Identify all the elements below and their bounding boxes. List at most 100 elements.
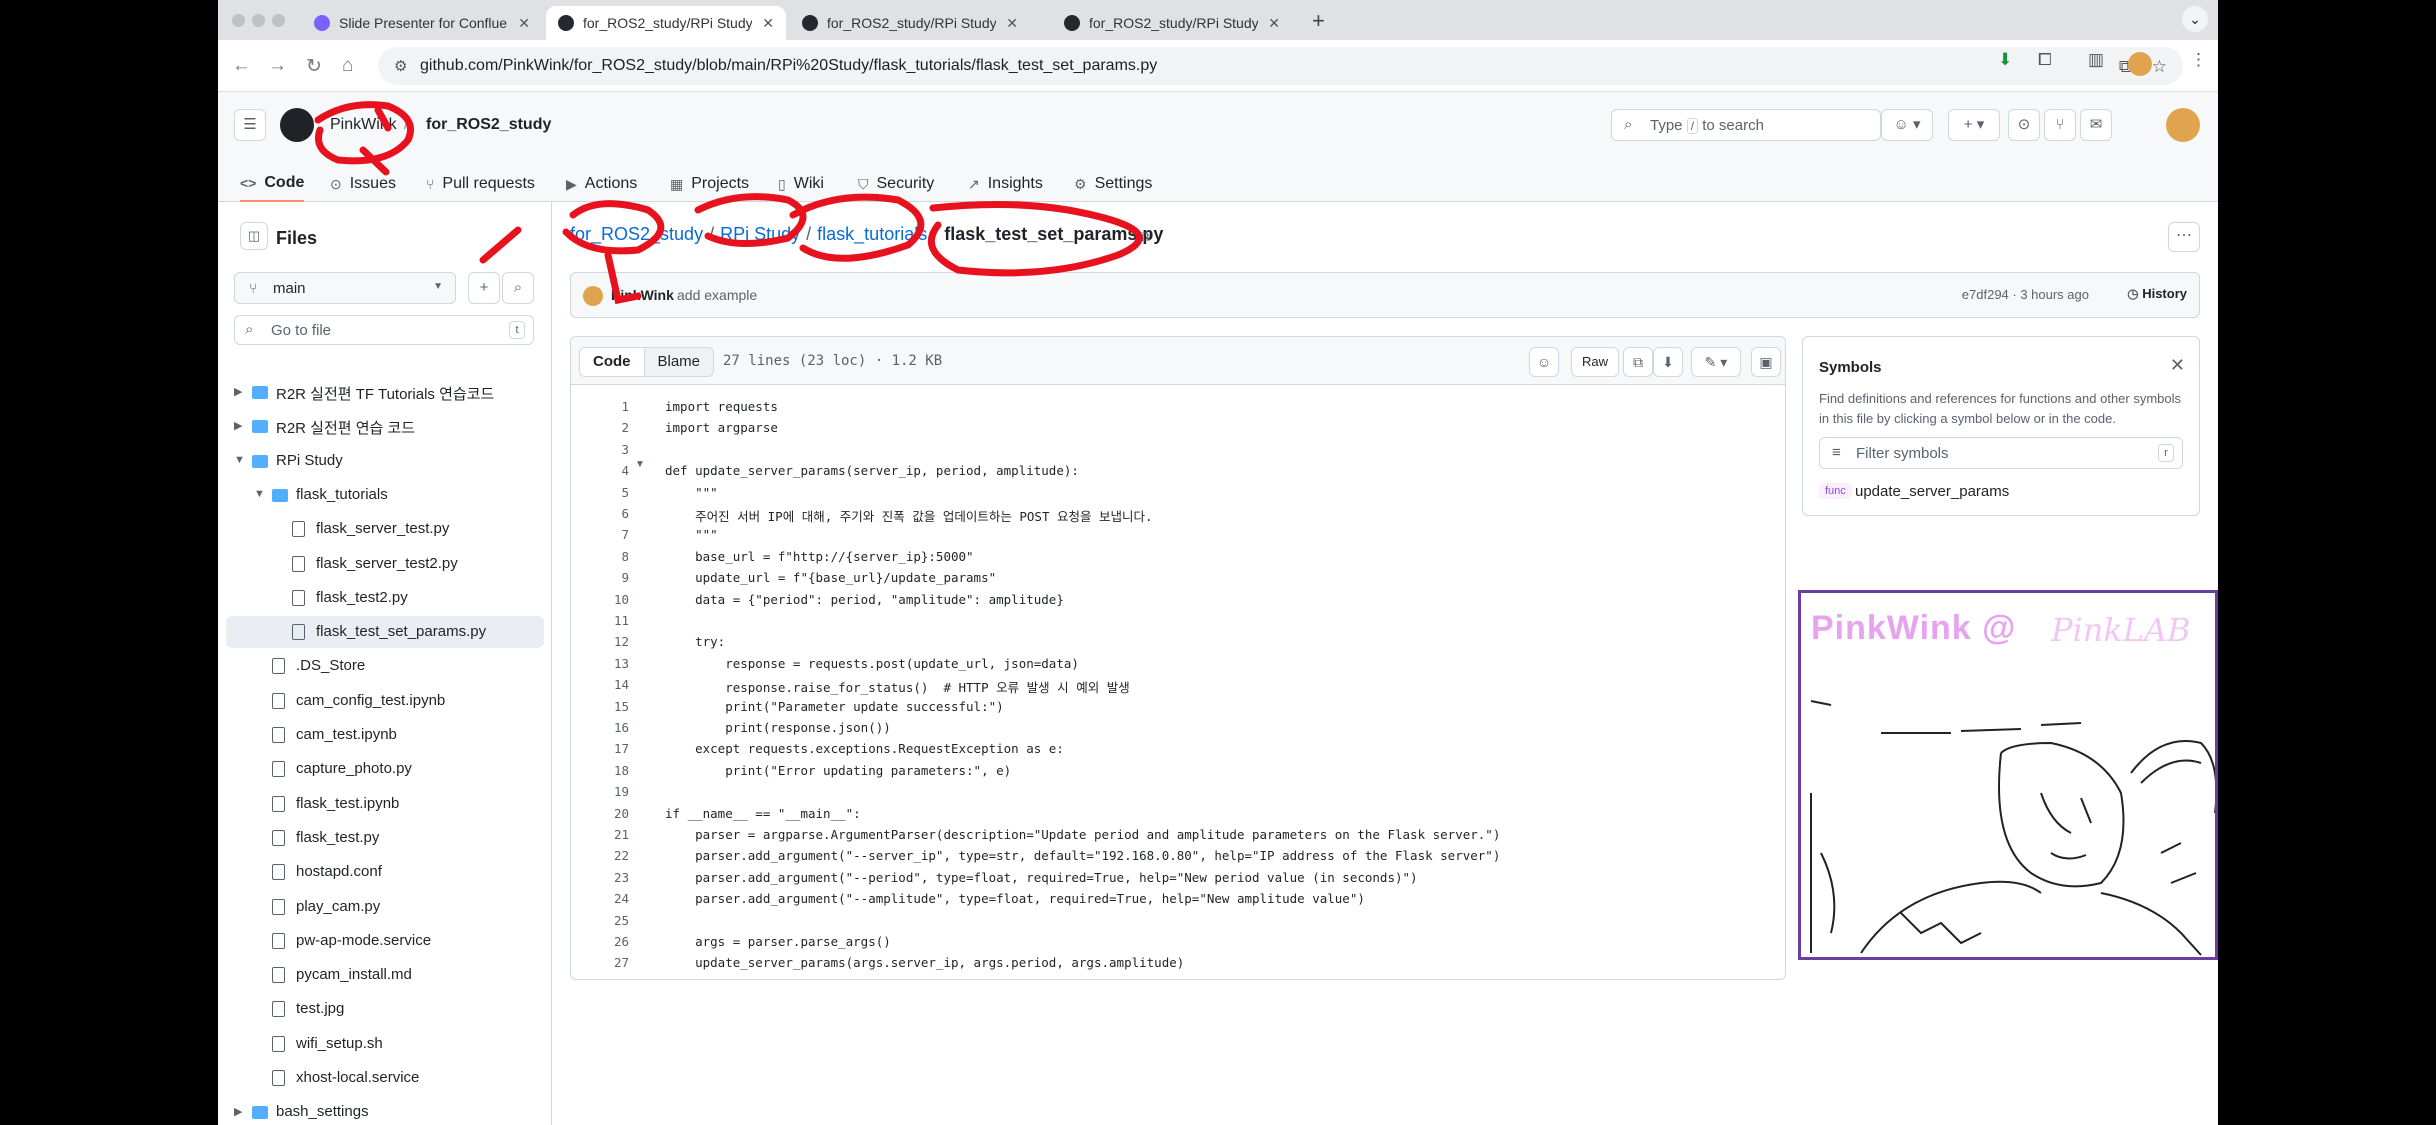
tab-wiki[interactable]: ▯ Wiki [778,166,824,202]
tab-code[interactable]: <> Code [240,166,305,202]
line-number[interactable]: 19 [579,784,629,799]
line-number[interactable]: 18 [579,763,629,778]
line-number[interactable]: 1 [579,399,629,414]
chevron-right-icon[interactable]: ▶ [234,419,242,432]
line-number[interactable]: 17 [579,741,629,756]
line-number[interactable]: 22 [579,848,629,863]
line-number[interactable]: 27 [579,955,629,970]
line-number[interactable]: 7 [579,527,629,542]
raw-button[interactable]: Raw [1571,347,1620,377]
browser-tab-4[interactable]: for_ROS2_study/RPi Study/fla ✕ [1052,6,1292,40]
fold-chevron-icon[interactable]: ▼ [635,459,645,470]
tree-file[interactable]: pw-ap-mode.service [226,925,544,957]
collapse-sidebar-icon[interactable]: ◫ [240,222,268,250]
browser-tab-3[interactable]: for_ROS2_study/RPi Study/fla ✕ [790,6,1030,40]
tree-file[interactable]: hostapd.conf [226,856,544,888]
blame-tab[interactable]: Blame [645,348,714,376]
search-input[interactable]: ⌕ Type / to search [1611,109,1881,141]
tree-folder[interactable]: ▼ flask_tutorials [226,479,544,511]
tree-file[interactable]: xhost-local.service [226,1062,544,1094]
back-icon[interactable]: ← [232,55,251,77]
commit-hash-time[interactable]: e7df294 · 3 hours ago [1962,287,2089,302]
tree-file[interactable]: test.jpg [226,993,544,1025]
filter-symbols-input[interactable]: ≡ Filter symbols r [1819,437,2183,469]
line-number[interactable]: 23 [579,870,629,885]
tree-folder[interactable]: ▶ bash_settings [226,1096,544,1125]
tree-file[interactable]: flask_test2.py [226,582,544,614]
line-number[interactable]: 9 [579,570,629,585]
edit-file-icon[interactable]: ✎ ▾ [1691,347,1741,377]
line-number[interactable]: 8 [579,549,629,564]
add-file-icon[interactable]: + [468,272,500,304]
profile-avatar[interactable] [2128,52,2152,76]
tab-security[interactable]: ⛉ Security [858,166,934,202]
breadcrumb-flask-tutorials-link[interactable]: flask_tutorials [817,224,927,244]
tab-settings[interactable]: ⚙ Settings [1074,166,1152,202]
url-field[interactable]: ⚙ github.com/PinkWink/for_ROS2_study/blo… [378,47,2183,85]
line-number[interactable]: 26 [579,934,629,949]
close-tab-icon[interactable]: ✕ [1268,15,1280,32]
tree-folder[interactable]: ▼ RPi Study [226,445,544,477]
tree-file[interactable]: .DS_Store [226,650,544,682]
symbols-panel-icon[interactable]: ▣ [1751,347,1781,377]
minimize-window-dot[interactable] [252,14,265,27]
tree-file[interactable]: pycam_install.md [226,959,544,991]
chevron-right-icon[interactable]: ▶ [234,1105,242,1118]
history-button[interactable]: ◷ History [2127,286,2187,302]
extensions-icon[interactable]: ⧠ [2038,50,2052,70]
code-tab[interactable]: Code [580,348,645,376]
line-number[interactable]: 14 [579,677,629,692]
download-raw-icon[interactable]: ⬇ [1653,347,1683,377]
line-number[interactable]: 13 [579,656,629,671]
download-icon[interactable]: ⬇ [1998,50,2012,70]
copy-raw-icon[interactable]: ⧉ [1623,347,1653,377]
copilot-icon[interactable]: ☺ ▾ [1881,109,1933,141]
symbol-item[interactable]: update_server_params [1855,483,2009,500]
line-number[interactable]: 25 [579,913,629,928]
go-to-file-input[interactable]: ⌕ Go to file t [234,315,534,345]
line-number[interactable]: 15 [579,699,629,714]
forward-icon[interactable]: → [268,55,287,77]
line-number[interactable]: 4 [579,463,629,478]
create-new-icon[interactable]: + ▾ [1948,109,2000,141]
tab-actions[interactable]: ▶ Actions [566,166,637,202]
tree-file[interactable]: flask_test.py [226,822,544,854]
line-number[interactable]: 3 [579,442,629,457]
line-number[interactable]: 10 [579,592,629,607]
breadcrumb-repo-link[interactable]: for_ROS2_study [570,224,703,244]
repo-name-link[interactable]: for_ROS2_study [426,116,551,134]
line-number[interactable]: 2 [579,420,629,435]
tree-file[interactable]: capture_photo.py [226,753,544,785]
copy-path-icon[interactable]: ⧉ [1140,228,1150,245]
tab-search-icon[interactable]: ⌄ [2182,6,2208,32]
tree-file[interactable]: play_cam.py [226,891,544,923]
line-number[interactable]: 6 [579,506,629,521]
line-number[interactable]: 20 [579,806,629,821]
tree-file[interactable]: cam_config_test.ipynb [226,685,544,717]
line-number[interactable]: 21 [579,827,629,842]
side-panel-icon[interactable]: ▥ [2088,50,2104,70]
line-number[interactable]: 16 [579,720,629,735]
browser-tab-1[interactable]: Slide Presenter for Confluenc ✕ [302,6,542,40]
author-avatar[interactable] [583,286,603,306]
hamburger-menu-icon[interactable]: ☰ [234,109,266,141]
user-avatar[interactable] [2166,108,2200,142]
browser-tab-2[interactable]: for_ROS2_study/RPi Study/fla ✕ [546,6,786,40]
search-files-icon[interactable]: ⌕ [502,272,534,304]
close-tab-icon[interactable]: ✕ [518,15,530,32]
close-tab-icon[interactable]: ✕ [1006,15,1018,32]
inbox-icon[interactable]: ✉ [2080,109,2112,141]
close-window-dot[interactable] [232,14,245,27]
tree-file[interactable]: cam_test.ipynb [226,719,544,751]
tree-file[interactable]: wifi_setup.sh [226,1028,544,1060]
pull-requests-icon[interactable]: ⑂ [2044,109,2076,141]
tab-insights[interactable]: ↗ Insights [968,166,1043,202]
line-number[interactable]: 11 [579,613,629,628]
commit-message[interactable]: add example [677,287,757,303]
chevron-down-icon[interactable]: ▼ [234,454,245,466]
tree-folder[interactable]: ▶ R2R 실전편 TF Tutorials 연습코드 [226,376,544,408]
tree-file[interactable]: flask_test_set_params.py [226,616,544,649]
tree-file[interactable]: flask_server_test2.py [226,548,544,580]
new-tab-button[interactable]: + [1312,8,1325,34]
tab-projects[interactable]: ▦ Projects [670,166,749,202]
